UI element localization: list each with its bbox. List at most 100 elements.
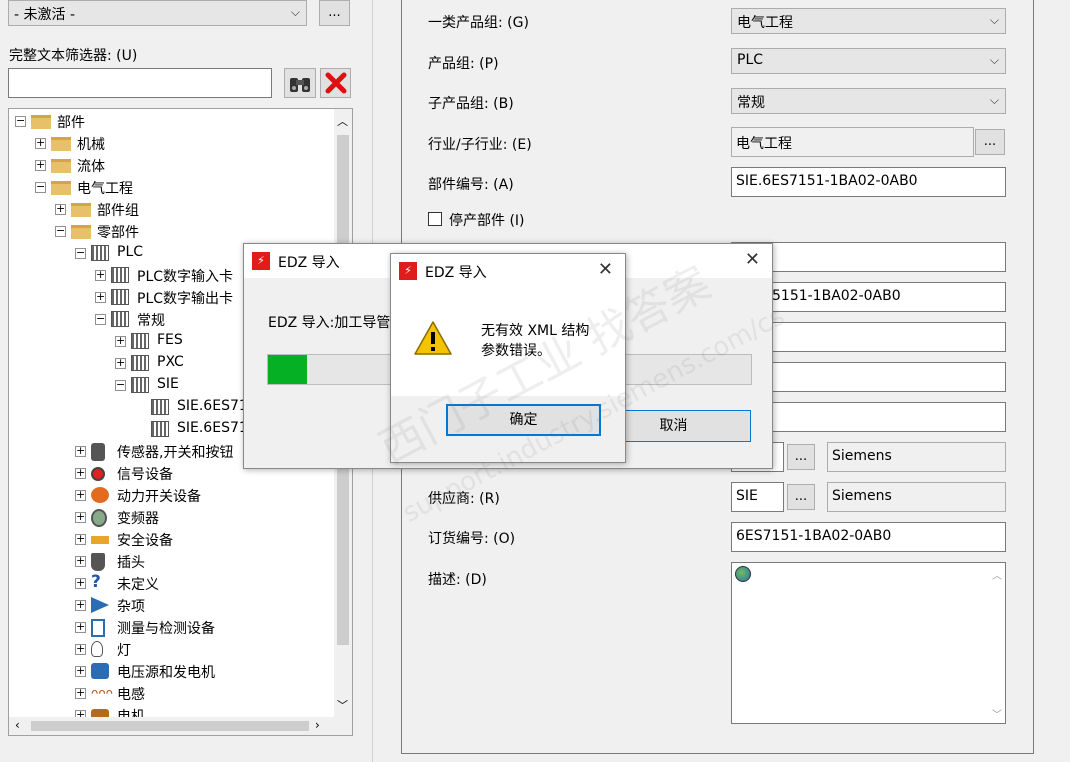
expand-icon[interactable]: + — [115, 335, 126, 347]
close-icon[interactable]: ✕ — [598, 259, 613, 280]
expand-icon[interactable]: + — [75, 577, 86, 589]
tree-node-label: PXC — [157, 354, 184, 370]
tree-node-label: 部件组 — [97, 203, 139, 219]
tree-node-label: PLC — [117, 244, 144, 260]
part-number-input[interactable]: SIE.6ES7151-1BA02-0AB0 — [731, 167, 1006, 197]
expand-icon[interactable]: + — [75, 467, 86, 479]
collapse-icon[interactable]: − — [95, 313, 106, 325]
filter-combo-value: - 未激活 - — [14, 7, 76, 23]
tree-node-label: 机械 — [77, 137, 105, 153]
expand-icon[interactable]: + — [115, 357, 126, 369]
globe-icon[interactable] — [735, 566, 751, 582]
tree-node-label: SIE.6ES71 — [177, 420, 248, 436]
error-dialog-body: 无有效 XML 结构 参数错误。 — [391, 288, 625, 396]
expand-icon[interactable]: + — [75, 511, 86, 523]
expand-icon[interactable]: + — [75, 621, 86, 633]
tree-node-label: FES — [157, 332, 183, 348]
expand-icon[interactable]: + — [35, 159, 46, 171]
supplier-name-field: Siemens — [827, 482, 1006, 512]
collapse-icon[interactable]: − — [15, 115, 26, 127]
tree-node-label: 测量与检测设备 — [117, 621, 215, 637]
tree-node-label: 插头 — [117, 555, 145, 571]
tree-horizontal-scrollbar[interactable]: ‹ › — [9, 717, 352, 735]
filter-combo[interactable]: - 未激活 - ⌵ — [8, 0, 307, 26]
chevron-down-icon[interactable]: ﹀ — [992, 706, 1002, 721]
clear-filter-button[interactable] — [320, 68, 351, 98]
expand-icon[interactable]: + — [95, 269, 106, 281]
tree-node-label: 变频器 — [117, 511, 159, 527]
order-number-label: 订货编号: (O) — [428, 531, 516, 547]
manufacturer-name-field: Siemens — [827, 442, 1006, 472]
error-dialog-title: EDZ 导入 — [425, 265, 487, 281]
tree-node-label: SIE.6ES71 — [177, 398, 248, 414]
tree-node-label: 传感器,开关和按钮 — [117, 445, 234, 461]
search-button[interactable] — [284, 68, 316, 98]
chevron-up-icon[interactable]: ︿ — [992, 567, 1002, 582]
part-number-label: 部件编号: (A) — [428, 177, 514, 193]
chevron-left-icon[interactable]: ‹ — [15, 718, 20, 732]
expand-icon[interactable]: + — [35, 137, 46, 149]
sub-product-group-combo[interactable]: 常规 ⌵ — [731, 88, 1006, 114]
discontinued-checkbox[interactable] — [428, 212, 442, 226]
collapse-icon[interactable]: − — [35, 181, 46, 193]
tree-node-label: 杂项 — [117, 599, 145, 615]
tree-node-label: 流体 — [77, 159, 105, 175]
expand-icon[interactable]: + — [75, 489, 86, 501]
progress-dialog-title: EDZ 导入 — [278, 255, 340, 271]
binoculars-icon — [290, 78, 310, 92]
expand-icon[interactable]: + — [75, 533, 86, 545]
discontinued-label: 停产部件 (I) — [449, 213, 525, 229]
expand-icon[interactable]: + — [95, 291, 106, 303]
tree-node-label: 电压源和发电机 — [117, 665, 215, 681]
collapse-icon[interactable]: − — [75, 247, 86, 259]
industry-browse-button[interactable]: ... — [975, 129, 1005, 155]
expand-icon[interactable]: + — [55, 203, 66, 215]
expand-icon[interactable]: + — [75, 599, 86, 611]
chevron-down-icon[interactable]: ﹀ — [337, 697, 348, 713]
text-filter-input[interactable] — [8, 68, 272, 98]
error-dialog-titlebar: ⚡ EDZ 导入 ✕ — [391, 254, 625, 288]
description-textarea[interactable]: ︿ ﹀ — [731, 562, 1006, 724]
sub-product-group-label: 子产品组: (B) — [428, 96, 514, 112]
chevron-down-icon: ⌵ — [989, 93, 999, 107]
tree-node-label: 动力开关设备 — [117, 489, 201, 505]
tree-node-label: 部件 — [57, 115, 85, 131]
collapse-icon[interactable]: − — [55, 225, 66, 237]
text-filter-label: 完整文本筛选器: (U) — [9, 48, 138, 64]
chevron-down-icon: ⌵ — [989, 13, 999, 27]
hscroll-thumb[interactable] — [31, 721, 309, 731]
tree-node-label: 未定义 — [117, 577, 159, 593]
chevron-up-icon[interactable]: ︿ — [337, 113, 348, 129]
expand-icon[interactable]: + — [75, 687, 86, 699]
close-icon[interactable]: ✕ — [745, 249, 760, 270]
eplan-logo-icon: ⚡ — [252, 252, 270, 270]
eplan-logo-icon: ⚡ — [399, 262, 417, 280]
warning-icon — [414, 321, 452, 355]
ok-button[interactable]: 确定 — [446, 404, 601, 436]
tree-node-label: 信号设备 — [117, 467, 173, 483]
expand-icon[interactable]: + — [75, 665, 86, 677]
supplier-browse-button[interactable]: ... — [787, 484, 815, 510]
manufacturer-browse-button[interactable]: ... — [787, 444, 815, 470]
supplier-label: 供应商: (R) — [428, 491, 500, 507]
expand-icon[interactable]: + — [75, 445, 86, 457]
product-group-label: 产品组: (P) — [428, 56, 499, 72]
close-icon — [325, 72, 346, 94]
product-group1-combo[interactable]: 电气工程 ⌵ — [731, 8, 1006, 34]
tree-node-label: 电气工程 — [77, 181, 133, 197]
tree-node-label: PLC数字输出卡 — [137, 291, 234, 307]
chevron-right-icon[interactable]: › — [315, 718, 320, 732]
tree-node-label: PLC数字输入卡 — [137, 269, 234, 285]
progress-message: EDZ 导入:加工导管 — [268, 315, 391, 331]
error-dialog: ⚡ EDZ 导入 ✕ 无有效 XML 结构 参数错误。 确定 — [390, 253, 626, 463]
expand-icon[interactable]: + — [75, 555, 86, 567]
order-number-input[interactable]: 6ES7151-1BA02-0AB0 — [731, 522, 1006, 552]
expand-icon[interactable]: + — [75, 643, 86, 655]
chevron-down-icon: ⌵ — [290, 5, 300, 19]
product-group1-label: 一类产品组: (G) — [428, 15, 529, 31]
filter-combo-button[interactable]: ... — [319, 0, 350, 26]
collapse-icon[interactable]: − — [115, 379, 126, 391]
supplier-short-input[interactable]: SIE — [731, 482, 784, 512]
industry-label: 行业/子行业: (E) — [428, 137, 532, 153]
product-group-combo[interactable]: PLC ⌵ — [731, 48, 1006, 74]
